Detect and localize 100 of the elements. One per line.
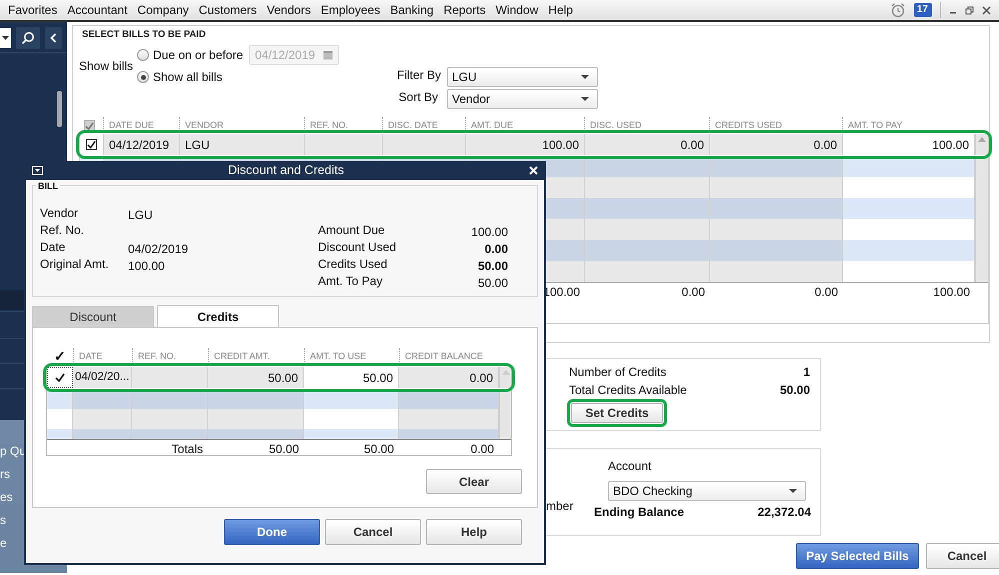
dropdown-field[interactable] (0, 28, 11, 48)
total-value: 0.00 (470, 441, 494, 458)
menu-item[interactable]: Window (490, 1, 544, 19)
field-label: Sort By (398, 89, 439, 106)
field-label: Date (40, 239, 66, 255)
field-label: Total Credits Available (569, 382, 687, 399)
column-header[interactable]: DATE (79, 351, 102, 361)
pay-selected-bills-button[interactable]: Pay Selected Bills (796, 543, 919, 569)
row-checkbox[interactable] (47, 367, 73, 388)
dropdown-field[interactable]: LGU (447, 67, 598, 87)
column-header[interactable]: CREDIT AMT. (214, 351, 270, 361)
radio-label[interactable]: Show all bills (153, 68, 222, 86)
row-checkbox[interactable] (86, 139, 97, 150)
column-header[interactable]: DISC. DATE (388, 120, 438, 130)
total-value: 100.00 (933, 284, 970, 301)
menu-item[interactable]: Help (543, 1, 578, 19)
totals-label: Totals (172, 441, 203, 458)
table-cell: 04/12/2019 (104, 134, 180, 155)
column-header[interactable]: AMT. TO USE (310, 351, 366, 361)
column-header[interactable]: REF. NO. (138, 351, 176, 361)
caret-icon (581, 75, 589, 79)
close-icon[interactable] (982, 6, 991, 14)
column-header[interactable]: VENDOR (185, 120, 224, 130)
table-cell: LGU (180, 134, 305, 155)
restore-icon[interactable] (965, 6, 974, 14)
header-checkbox[interactable] (84, 120, 95, 132)
column-header[interactable]: AMT. TO PAY (848, 120, 902, 130)
menu-item[interactable]: Reports (438, 1, 491, 19)
menu-item[interactable]: Company (132, 1, 194, 19)
field-value: 0.00 (484, 241, 508, 255)
search-icon (21, 31, 35, 45)
column-header[interactable]: REF. NO. (310, 120, 348, 130)
table-cell: 100.00 (466, 134, 585, 155)
column-header[interactable]: CREDIT BALANCE (405, 351, 483, 361)
column-header[interactable]: DISC. USED (590, 120, 642, 130)
field-value: 100.00 (128, 258, 166, 272)
menu-item[interactable]: Employees (316, 1, 386, 19)
total-value: 50.00 (364, 441, 394, 458)
cancel-button[interactable]: Cancel (926, 543, 999, 569)
tab[interactable]: Discount (32, 306, 154, 327)
menu-item[interactable]: Banking (385, 1, 439, 19)
scrollbar-thumb[interactable] (57, 91, 62, 127)
reminder-count-badge[interactable]: 17 (914, 3, 932, 17)
total-value: 0.00 (682, 284, 705, 301)
field-label: Ref. No. (40, 222, 86, 238)
tab[interactable]: Credits (157, 305, 279, 327)
sidebar-item[interactable]: es (0, 490, 13, 504)
alarm-clock-icon[interactable] (890, 2, 906, 18)
field-value: 04/02/2019 (128, 241, 190, 255)
table-cell: 0.00 (585, 134, 710, 155)
field-label: Discount Used (318, 239, 398, 255)
menu-item[interactable]: Favorites (3, 1, 62, 19)
column-header[interactable]: DATE DUE (109, 120, 154, 130)
check-icon (55, 373, 65, 382)
table-cell: 50.00 (208, 367, 304, 388)
done-button[interactable]: Done (224, 519, 320, 545)
field-value: 1 (803, 364, 810, 381)
column-header[interactable]: AMT. DUE (471, 120, 514, 130)
field-value: 50.00 (476, 258, 508, 272)
radio-button[interactable] (137, 71, 149, 83)
field-label: Show bills (79, 58, 134, 75)
menu-item[interactable]: Vendors (262, 1, 316, 19)
field-label: Ending Balance (594, 504, 684, 521)
search-button[interactable] (16, 27, 40, 49)
field-label: mber (546, 498, 574, 515)
caret-icon (581, 97, 589, 101)
field-value: LGU (128, 207, 154, 221)
field-value: 50.00 (780, 382, 810, 399)
menu-item[interactable]: Customers (194, 1, 262, 19)
sidebar-item[interactable]: rs (0, 467, 10, 481)
radio-button[interactable] (137, 49, 149, 61)
caret-icon (789, 489, 797, 493)
dropdown-field[interactable]: Vendor (447, 89, 598, 109)
field-label: Original Amt. (40, 256, 110, 272)
sidebar-item[interactable]: s (0, 513, 6, 527)
field-label: Credits Used (318, 256, 388, 272)
bill-row[interactable]: 04/12/2019 LGU 100.00 0.00 0.00 100.00 (80, 134, 988, 155)
column-header[interactable]: CREDITS USED (715, 120, 782, 130)
field-value: 22,372.04 (758, 504, 811, 521)
collapse-button[interactable] (45, 27, 62, 49)
total-value: 0.00 (814, 284, 838, 301)
field-value: 100.00 (470, 224, 508, 238)
field-label: Filter By (397, 67, 442, 84)
clear-button[interactable]: Clear (426, 469, 522, 494)
chevron-left-icon (50, 33, 57, 43)
total-value: 100.00 (543, 284, 580, 301)
menu-item[interactable]: Accountant (62, 1, 132, 19)
dropdown-field[interactable]: BDO Checking (608, 481, 806, 501)
field-label: Vendor (40, 205, 80, 221)
radio-label[interactable]: Due on or before (153, 46, 244, 64)
field-label: Account (607, 458, 652, 475)
table-cell: 0.00 (399, 367, 499, 388)
window-menu-icon[interactable] (32, 166, 43, 175)
help-button[interactable]: Help (426, 519, 522, 545)
check-icon (87, 140, 96, 149)
sidebar-item[interactable]: e (0, 536, 7, 550)
cancel-button[interactable]: Cancel (325, 519, 421, 545)
field-value: 50.00 (476, 275, 508, 289)
field-label: Amt. To Pay (318, 273, 384, 289)
credit-row[interactable]: 04/02/20... 50.00 50.00 0.00 (47, 367, 511, 388)
